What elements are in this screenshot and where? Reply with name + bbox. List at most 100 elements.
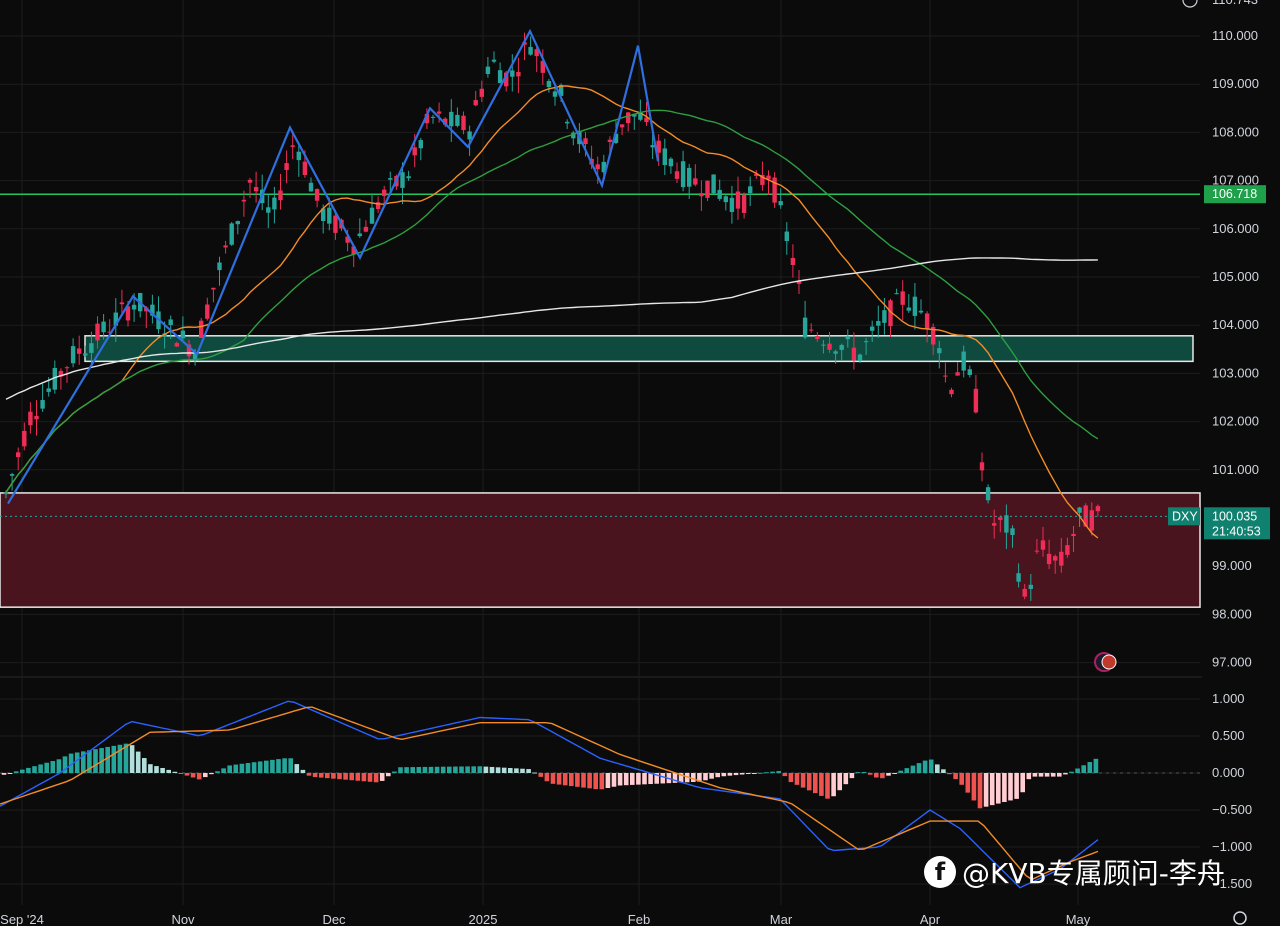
candle xyxy=(455,114,460,126)
candle xyxy=(967,369,972,376)
histogram-bar xyxy=(355,773,361,781)
candle xyxy=(449,111,454,127)
candle xyxy=(40,400,45,409)
candle xyxy=(89,343,94,353)
histogram-bar xyxy=(20,769,25,773)
candle xyxy=(278,190,283,201)
candle xyxy=(497,70,503,84)
histogram-bar xyxy=(782,773,788,777)
histogram-bar xyxy=(1020,773,1025,793)
candle xyxy=(217,262,222,271)
histogram-bar xyxy=(318,773,324,778)
histogram-bar xyxy=(831,773,836,797)
histogram-bar xyxy=(422,766,428,773)
histogram-bar xyxy=(617,773,623,786)
histogram-bar xyxy=(1032,773,1038,777)
histogram-bar xyxy=(636,773,641,785)
candle xyxy=(1016,573,1021,582)
dxy-chart[interactable]: 110.000109.000108.000107.000106.000105.0… xyxy=(0,0,1280,926)
candle xyxy=(619,124,625,128)
histogram-bar xyxy=(733,773,739,776)
histogram-bar xyxy=(1,773,7,775)
candle xyxy=(436,111,442,114)
histogram-bar xyxy=(398,767,403,773)
histogram-bar xyxy=(1050,773,1056,777)
candle xyxy=(1089,510,1094,531)
histogram-bar xyxy=(428,766,434,773)
candle xyxy=(369,207,375,224)
histogram-bar xyxy=(508,768,513,773)
candle xyxy=(1071,533,1076,537)
candle xyxy=(46,388,51,392)
candle xyxy=(412,147,417,156)
histogram-bar xyxy=(758,772,763,774)
histogram-bar xyxy=(813,773,818,794)
candle xyxy=(937,348,942,354)
candle xyxy=(693,178,698,185)
candle xyxy=(400,172,405,188)
histogram-bar xyxy=(483,766,489,773)
histogram-bar xyxy=(239,763,245,773)
histogram-bar xyxy=(593,773,598,790)
histogram-bar xyxy=(739,773,745,775)
histogram-bar xyxy=(160,767,165,773)
candle xyxy=(961,351,966,371)
candle xyxy=(992,523,997,526)
x-tick-label: Feb xyxy=(628,912,650,926)
candle xyxy=(1046,553,1052,565)
histogram-bar xyxy=(184,773,190,776)
histogram-bar xyxy=(459,766,464,773)
histogram-bar xyxy=(892,773,897,774)
candle xyxy=(839,345,844,350)
histogram-bar xyxy=(562,773,568,786)
histogram-bar xyxy=(282,758,287,773)
histogram-bar xyxy=(1081,765,1086,773)
level-tag-label: 106.718 xyxy=(1212,187,1257,201)
candle xyxy=(290,145,295,147)
macd-tick-label: 0.000 xyxy=(1212,765,1245,780)
histogram-bar xyxy=(855,772,861,774)
candle xyxy=(815,336,820,339)
histogram-bar xyxy=(587,773,592,789)
candle xyxy=(382,189,387,197)
candle xyxy=(565,121,570,124)
histogram-bar xyxy=(526,769,531,773)
histogram-bar xyxy=(343,773,348,780)
histogram-bar xyxy=(867,773,873,775)
histogram-bar xyxy=(440,766,446,773)
candle xyxy=(16,452,21,458)
candle xyxy=(595,164,600,170)
histogram-bar xyxy=(922,760,928,773)
histogram-bar xyxy=(251,762,257,773)
candle xyxy=(1010,528,1015,536)
candle xyxy=(729,197,735,212)
histogram-bar xyxy=(331,773,336,779)
histogram-bar xyxy=(642,773,647,785)
histogram-bar xyxy=(178,773,184,774)
histogram-bar xyxy=(1069,771,1074,773)
histogram-bar xyxy=(142,758,147,773)
histogram-bar xyxy=(691,773,696,782)
histogram-bar xyxy=(898,770,903,773)
candle xyxy=(485,66,491,75)
histogram-bar xyxy=(111,745,117,773)
histogram-bar xyxy=(794,773,800,785)
histogram-bar xyxy=(928,759,934,773)
histogram-bar xyxy=(501,767,507,773)
histogram-bar xyxy=(13,771,19,773)
histogram-bar xyxy=(325,773,330,779)
candle xyxy=(717,189,722,199)
candle xyxy=(528,46,533,55)
x-tick-label: Apr xyxy=(920,912,941,926)
histogram-bar xyxy=(996,773,1001,804)
histogram-bar xyxy=(44,762,49,773)
macd-tick-label: −0.500 xyxy=(1212,802,1252,817)
histogram-bar xyxy=(312,773,318,778)
histogram-bar xyxy=(32,766,37,773)
histogram-bar xyxy=(190,773,196,778)
y-tick-label: 98.000 xyxy=(1212,606,1252,621)
histogram-bar xyxy=(727,773,733,776)
histogram-bar xyxy=(910,765,916,773)
histogram-bar xyxy=(886,773,891,776)
x-tick-label: Nov xyxy=(171,912,195,926)
